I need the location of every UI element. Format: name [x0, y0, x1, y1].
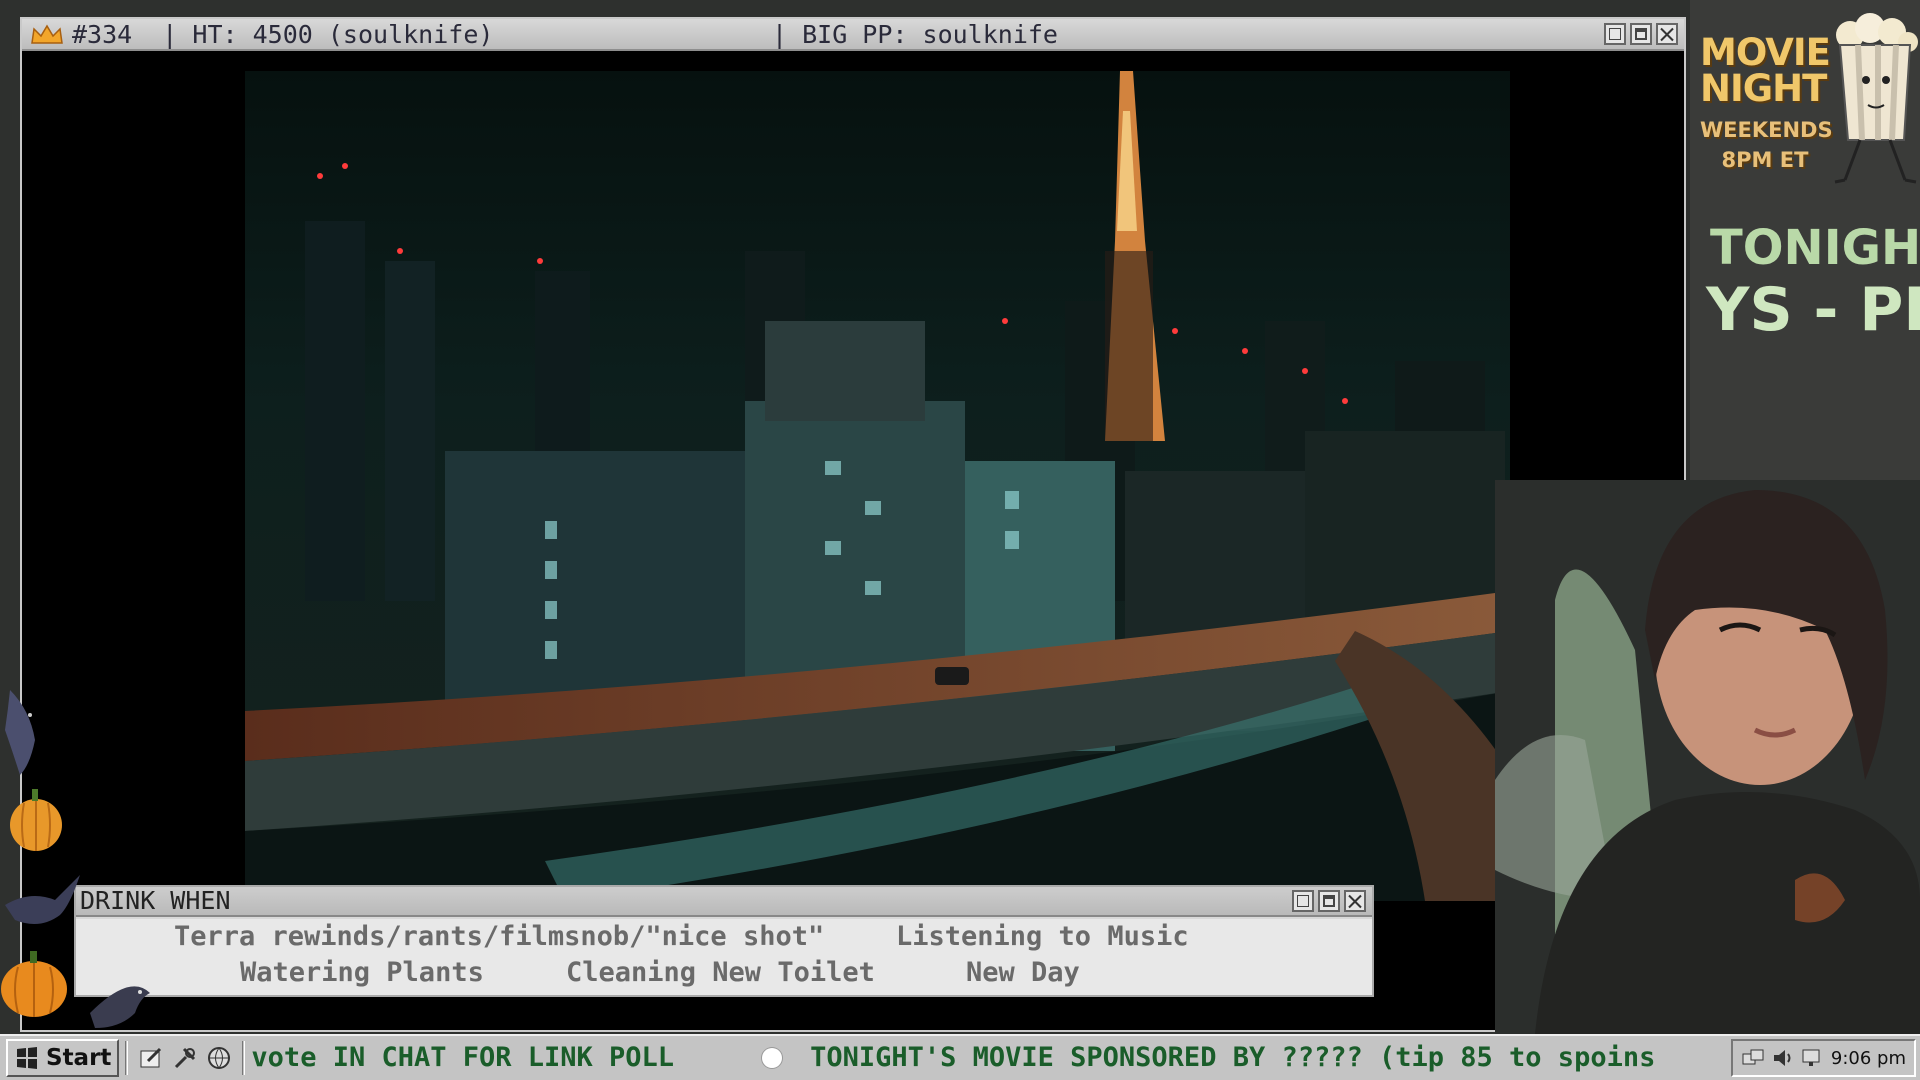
- movie-window: #334 | HT: 4500 (soulknife) | BIG PP: so…: [20, 17, 1686, 1032]
- movie-video-frame: [245, 71, 1510, 901]
- movie-window-titlebar[interactable]: #334 | HT: 4500 (soulknife) | BIG PP: so…: [22, 19, 1684, 51]
- crow-icon: [5, 690, 35, 775]
- ticker-message: TONIGHT'S MOVIE SPONSORED BY ????? (tip …: [810, 1042, 1656, 1073]
- ticker-message: vote IN CHAT FOR LINK POLL: [251, 1042, 675, 1073]
- tonight-label: TONIGHT:: [1710, 220, 1920, 276]
- crow-icon: [5, 875, 80, 924]
- movie-night-time: 8PM ET: [1721, 148, 1809, 172]
- taskbar-separator: [125, 1041, 129, 1075]
- close-button[interactable]: [1656, 23, 1678, 45]
- night-city-scene: [245, 71, 1510, 901]
- drink-close-button[interactable]: [1344, 890, 1366, 912]
- drink-item: Watering Plants: [240, 957, 484, 988]
- streamer-webcam-image: [1495, 480, 1920, 1034]
- drink-when-titlebar[interactable]: DRINK WHEN: [76, 887, 1372, 917]
- drink-item: New Day: [966, 957, 1080, 988]
- drink-minimize-button[interactable]: [1292, 890, 1314, 912]
- taskbar-separator: [242, 1041, 246, 1075]
- drink-when-list: Terra rewinds/rants/filmsnob/"nice shot"…: [76, 919, 1372, 995]
- clock: 9:06 pm: [1830, 1047, 1906, 1069]
- tools-icon[interactable]: [172, 1045, 198, 1071]
- start-button[interactable]: Start: [6, 1039, 120, 1077]
- big-pp-label: | BIG PP: soulknife: [772, 20, 1058, 49]
- drink-when-window: DRINK WHEN Terra rewinds/rants/filmsnob/…: [74, 885, 1374, 997]
- pumpkin-icon: [1, 951, 67, 1017]
- drink-item: Cleaning New Toilet: [566, 957, 875, 988]
- movie-night-banner: MOVIE NIGHT WEEKENDS 8PM ET: [1700, 31, 1833, 175]
- popcorn-mascot-icon: [1834, 13, 1918, 184]
- stream-overlay: #334 | HT: 4500 (soulknife) | BIG PP: so…: [0, 0, 1920, 1080]
- news-ticker: vote IN CHAT FOR LINK POLL TONIGHT'S MOV…: [251, 1039, 1730, 1077]
- start-label: Start: [46, 1045, 112, 1071]
- drink-item: Listening to Music: [896, 921, 1189, 952]
- webcam-feed: [1495, 480, 1920, 1034]
- system-tray: 9:06 pm: [1730, 1039, 1916, 1077]
- windows-logo-icon: [17, 1047, 37, 1069]
- taskbar: Start vote IN CHAT FOR LINK POLL TONIGHT…: [0, 1034, 1920, 1080]
- network-icon[interactable]: [1741, 1046, 1765, 1070]
- top-tipper-label: #334 | HT: 4500 (soulknife): [72, 19, 494, 49]
- browser-icon[interactable]: [206, 1045, 232, 1071]
- drink-when-title: DRINK WHEN: [80, 886, 231, 915]
- crown-icon: [31, 24, 63, 44]
- movie-night-line: NIGHT: [1700, 67, 1827, 110]
- tonight-film-title: YS - PE: [1706, 275, 1920, 345]
- maximize-button[interactable]: [1630, 23, 1652, 45]
- minimize-button[interactable]: [1604, 23, 1626, 45]
- drink-item: Terra rewinds/rants/filmsnob/"nice shot": [174, 921, 825, 952]
- pumpkin-icon: [10, 789, 62, 851]
- volume-icon[interactable]: [1771, 1046, 1795, 1070]
- drink-maximize-button[interactable]: [1318, 890, 1340, 912]
- display-icon[interactable]: [1801, 1046, 1825, 1070]
- crow-icon: [90, 986, 150, 1028]
- ticker-separator-dot: [762, 1048, 783, 1068]
- movie-night-line: MOVIE: [1700, 31, 1831, 74]
- edit-icon[interactable]: [138, 1045, 164, 1071]
- movie-night-schedule: WEEKENDS: [1700, 118, 1833, 142]
